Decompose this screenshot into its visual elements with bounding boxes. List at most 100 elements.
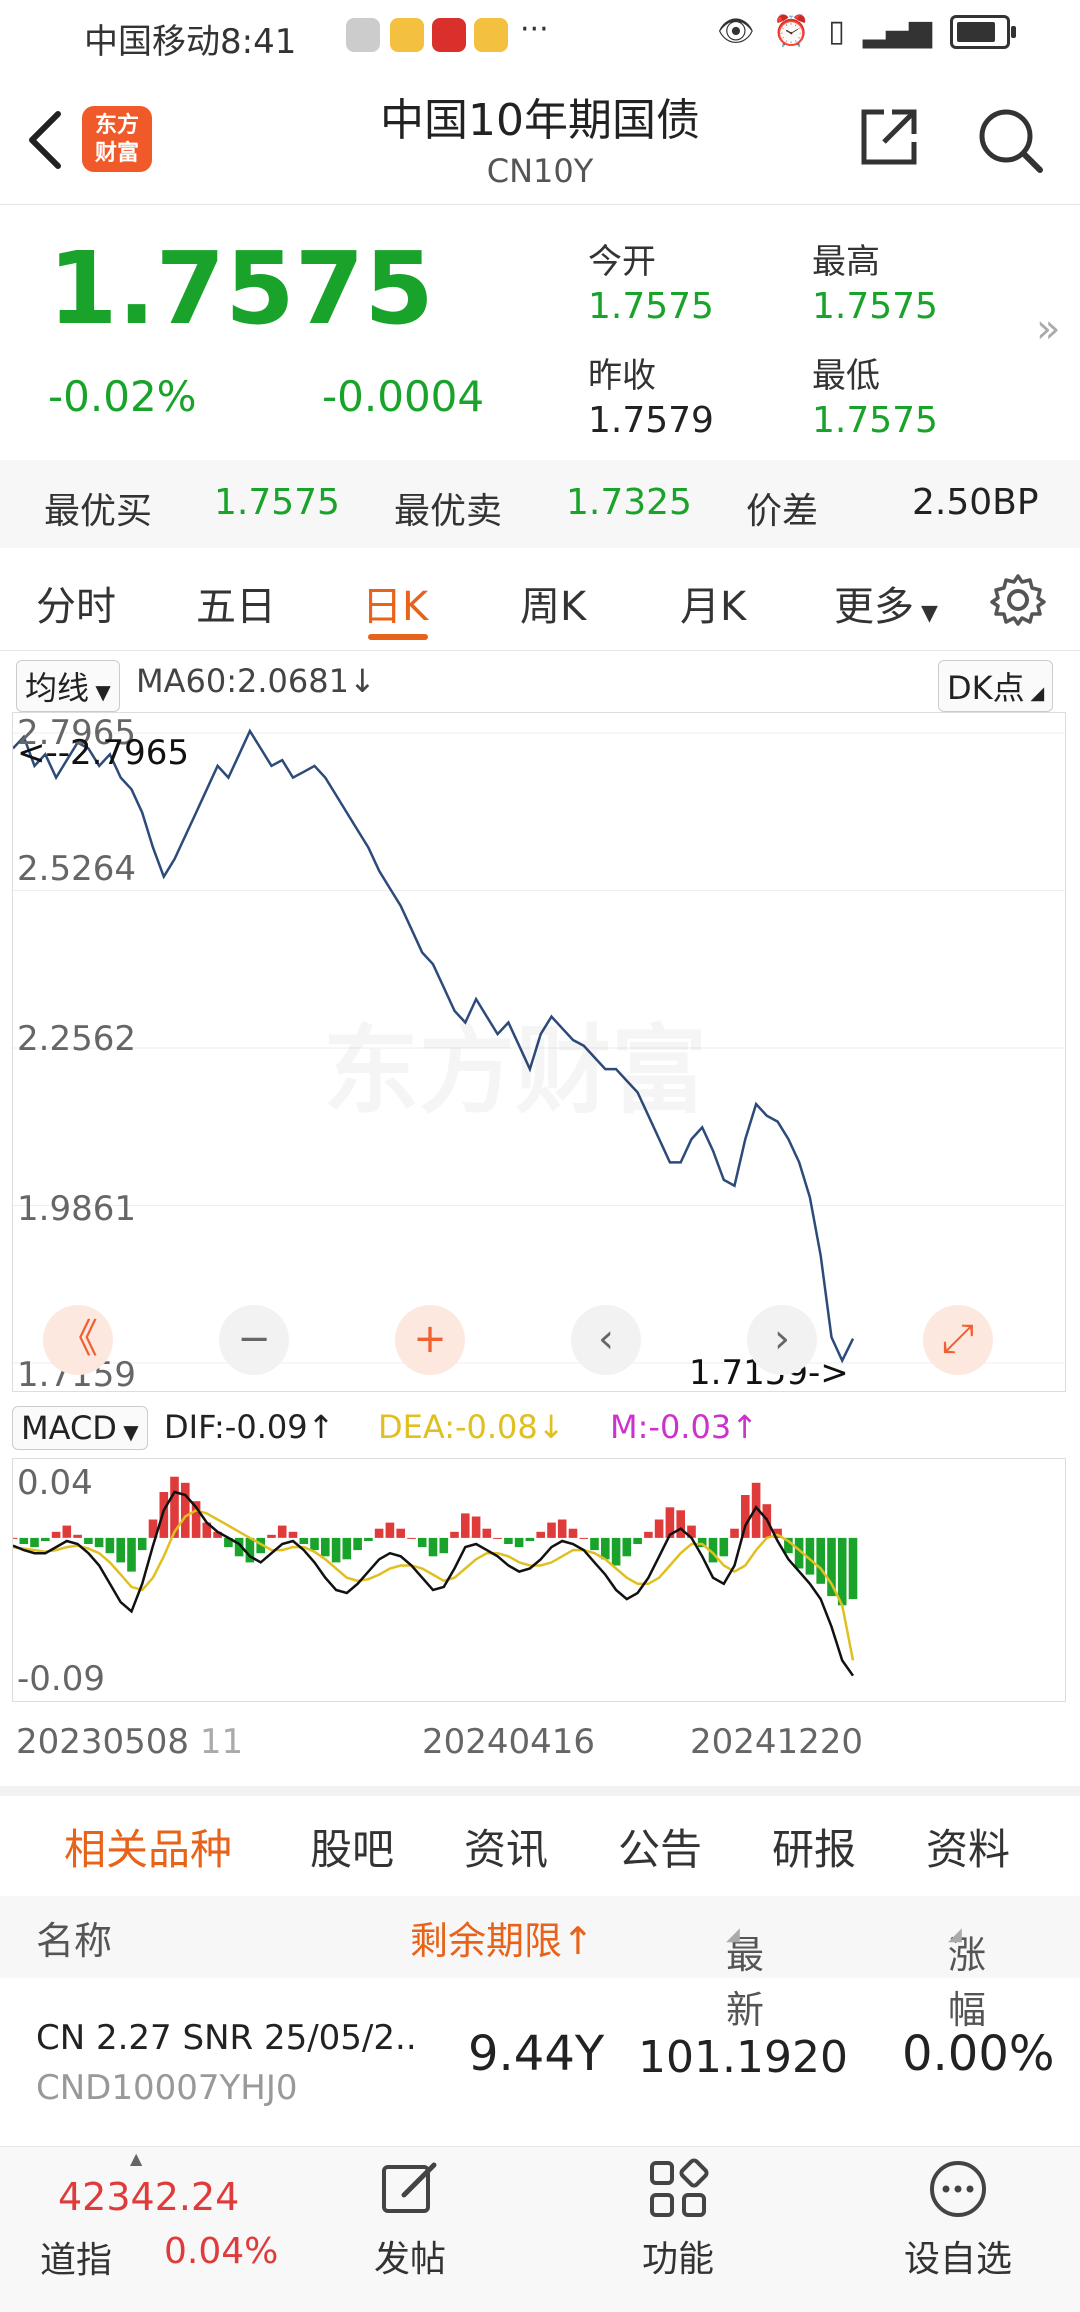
y-tick: 1.9861	[17, 1189, 136, 1229]
tab-related[interactable]: 相关品种	[64, 1816, 232, 1877]
active-tab-indicator	[368, 634, 428, 640]
macd-bar	[30, 1537, 39, 1548]
edit-icon	[382, 2162, 437, 2213]
divider	[0, 204, 1080, 205]
grid-icon	[650, 2158, 709, 2217]
alarm-icon: ⏰	[772, 14, 811, 49]
y-tick: 2.2562	[17, 1019, 136, 1059]
macd-bar	[159, 1492, 169, 1538]
more-circle-icon	[930, 2161, 986, 2217]
tab-monthly-k[interactable]: 月K	[680, 574, 746, 632]
macd-bar	[568, 1528, 578, 1538]
m-value: M:-0.03↑	[610, 1408, 758, 1446]
macd-bar	[127, 1537, 136, 1572]
bond-latest: 101.1920	[638, 2032, 848, 2083]
macd-bar	[299, 1537, 309, 1544]
tab-news[interactable]: 资讯	[464, 1816, 548, 1877]
gear-icon[interactable]	[990, 572, 1046, 628]
expand-quote-icon[interactable]: »	[1036, 306, 1060, 352]
macd-bar	[310, 1537, 319, 1551]
macd-chart[interactable]: 0.04 -0.09	[12, 1458, 1066, 1702]
macd-bar	[547, 1522, 556, 1538]
y-tick: 2.5264	[17, 849, 136, 889]
macd-bar	[654, 1519, 664, 1538]
x-tick: 20240416	[422, 1722, 596, 1762]
bond-code: CND10007YHJ0	[36, 2068, 298, 2108]
add-watchlist-button[interactable]: 设自选	[888, 2157, 1028, 2282]
x-tick: 20230508 11	[16, 1722, 243, 1762]
jump-start-button[interactable]: 《	[43, 1305, 113, 1375]
prev-close-value: 1.7579	[588, 400, 714, 441]
battery-icon	[950, 14, 1016, 49]
macd-y-tick: 0.04	[17, 1463, 93, 1503]
macd-bar	[407, 1537, 416, 1539]
macd-bar	[525, 1537, 535, 1541]
share-icon[interactable]	[856, 104, 922, 170]
functions-button[interactable]: 功能	[618, 2157, 738, 2282]
macd-bar	[288, 1531, 298, 1538]
ma-select[interactable]: 均线 ▼	[16, 660, 120, 712]
bid-value: 1.7575	[214, 482, 340, 523]
app-notification-icon	[432, 18, 466, 52]
dea-line	[13, 1508, 855, 1661]
dif-value: DIF:-0.09↑	[164, 1408, 335, 1446]
macd-bar	[84, 1537, 93, 1544]
macd-bar	[730, 1528, 739, 1538]
ma-value: MA60:2.0681↓	[136, 662, 376, 700]
macd-bar	[601, 1537, 610, 1560]
macd-bar	[471, 1516, 481, 1538]
col-name[interactable]: 名称	[36, 1910, 112, 1965]
macd-bar	[633, 1537, 642, 1544]
macd-bar	[611, 1537, 621, 1566]
fullscreen-button[interactable]: ⤢	[923, 1305, 993, 1375]
tab-weekly-k[interactable]: 周K	[520, 574, 586, 632]
macd-bar	[417, 1537, 427, 1548]
tab-announcements[interactable]: 公告	[618, 1816, 702, 1877]
more-notifications: ···	[520, 12, 549, 47]
macd-bar	[94, 1537, 104, 1548]
tab-forum[interactable]: 股吧	[310, 1816, 394, 1877]
macd-bar	[331, 1537, 341, 1563]
tab-more[interactable]: 更多 ▼	[834, 574, 938, 632]
zoom-out-button[interactable]: −	[219, 1305, 289, 1375]
post-button[interactable]: 发帖	[350, 2157, 470, 2282]
bottom-bar: ▲ 42342.24 道指 0.04% 发帖 功能 设自选	[0, 2146, 1080, 2312]
tab-intraday[interactable]: 分时	[36, 574, 116, 632]
spread-value: 2.50BP	[912, 482, 1039, 523]
low-label: 最低	[812, 356, 880, 396]
macd-bar	[482, 1528, 492, 1538]
dk-button[interactable]: DK点 ◢	[938, 660, 1054, 712]
post-label: 发帖	[373, 2239, 446, 2280]
macd-bar	[644, 1531, 653, 1538]
scroll-left-button[interactable]: ‹	[571, 1305, 641, 1375]
tab-daily-k[interactable]: 日K	[362, 574, 428, 632]
macd-y-tick: -0.09	[17, 1659, 105, 1699]
scroll-right-button[interactable]: ›	[747, 1305, 817, 1375]
corner-icon: ◢	[1024, 683, 1045, 704]
weibo-icon	[390, 18, 424, 52]
macd-bar	[450, 1531, 459, 1538]
zoom-in-button[interactable]: +	[395, 1305, 465, 1375]
tab-profile[interactable]: 资料	[926, 1816, 1010, 1877]
tab-research[interactable]: 研报	[772, 1816, 856, 1877]
indicator-select[interactable]: MACD ▼	[12, 1406, 148, 1450]
x-tick: 20241220	[690, 1722, 864, 1762]
price-chart[interactable]: 东方财富 2.7965 2.5264 2.2562 1.9861 1.7159 …	[12, 712, 1066, 1395]
search-icon[interactable]	[974, 104, 1046, 176]
index-label[interactable]: 道指	[40, 2231, 112, 2283]
index-value[interactable]: 42342.24	[58, 2175, 239, 2219]
max-label: <--2.7965	[17, 733, 189, 773]
ma-select-label: 均线	[25, 669, 90, 707]
watchlist-label: 设自选	[903, 2239, 1012, 2280]
bid-ask-row: 最优买 1.7575 最优卖 1.7325 价差 2.50BP	[0, 460, 1080, 548]
macd-bar	[428, 1537, 438, 1557]
sort-icon: ◢	[948, 1924, 962, 1945]
index-change[interactable]: 0.04%	[164, 2231, 278, 2272]
macd-bar	[622, 1537, 632, 1557]
spread-label: 价差	[746, 491, 819, 532]
tab-five-day[interactable]: 五日	[196, 574, 276, 632]
col-term[interactable]: 剩余期限↑	[410, 1910, 594, 1965]
macd-bar	[579, 1537, 589, 1539]
bond-change: 0.00%	[902, 2026, 1055, 2082]
dropdown-icon: ▼	[914, 601, 938, 626]
